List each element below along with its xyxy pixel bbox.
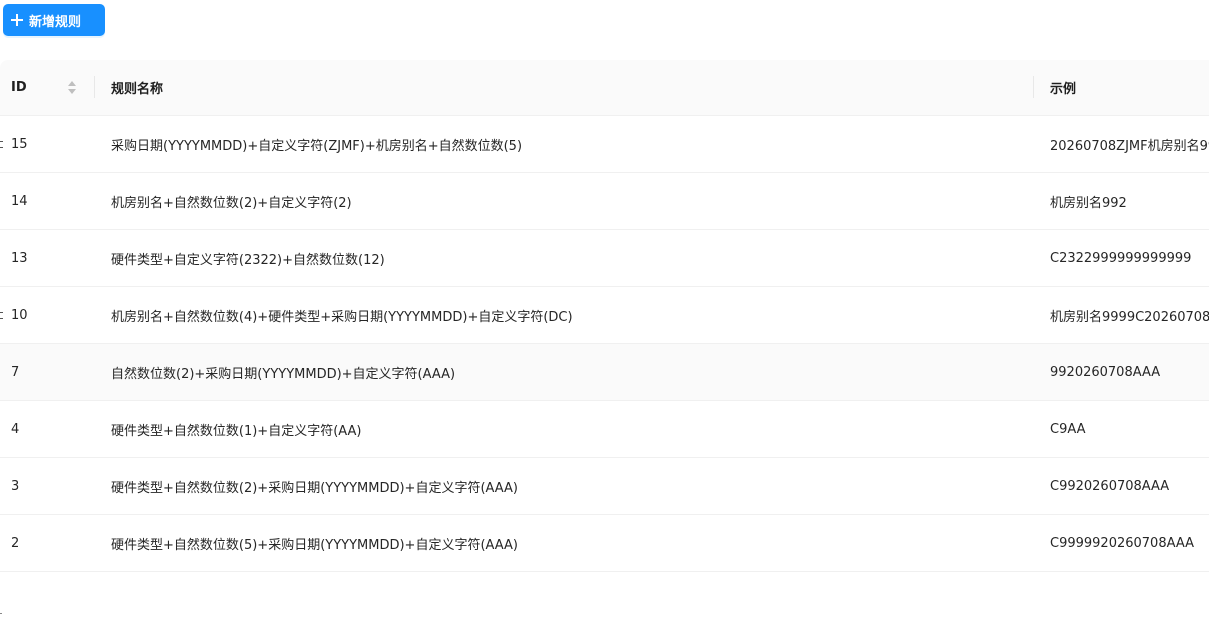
cell-example: C9999920260708AAA bbox=[1050, 535, 1195, 551]
cell-example: C9AA bbox=[1050, 421, 1086, 437]
column-divider bbox=[94, 76, 95, 98]
table-row[interactable]: 13 硬件类型+自定义字符(2322)+自然数位数(12) C232299999… bbox=[0, 230, 1209, 287]
cell-id: 13 bbox=[11, 250, 28, 266]
cell-id: 2 bbox=[11, 535, 20, 551]
table-row[interactable]: 4 硬件类型+自然数位数(1)+自定义字符(AA) C9AA bbox=[0, 401, 1209, 458]
cell-name: 自然数位数(2)+采购日期(YYYYMMDD)+自定义字符(AAA) bbox=[111, 366, 456, 382]
row-edge-marker bbox=[0, 141, 3, 148]
cell-example: 机房别名9999C20260708DC bbox=[1050, 309, 1209, 325]
cell-name: 机房别名+自然数位数(2)+自定义字符(2) bbox=[111, 195, 352, 211]
add-rule-label: 新增规则 bbox=[29, 14, 82, 30]
sort-icon[interactable] bbox=[67, 80, 77, 96]
cell-id: 10 bbox=[11, 307, 28, 323]
column-divider bbox=[1033, 76, 1034, 98]
cell-example: 机房别名992 bbox=[1050, 195, 1127, 211]
cell-example: 20260708ZJMF机房别名99999 bbox=[1050, 138, 1209, 154]
cell-name: 硬件类型+自然数位数(2)+采购日期(YYYYMMDD)+自定义字符(AAA) bbox=[111, 480, 518, 496]
cell-id: 4 bbox=[11, 421, 20, 437]
sort-descending-icon bbox=[68, 89, 76, 94]
edge-dot bbox=[0, 613, 2, 614]
cell-id: 3 bbox=[11, 478, 20, 494]
add-rule-button[interactable]: 新增规则 bbox=[3, 4, 105, 36]
plus-icon bbox=[11, 14, 23, 26]
cell-name: 硬件类型+自然数位数(1)+自定义字符(AA) bbox=[111, 423, 362, 439]
cell-example: C9920260708AAA bbox=[1050, 478, 1170, 494]
cell-name: 硬件类型+自然数位数(5)+采购日期(YYYYMMDD)+自定义字符(AAA) bbox=[111, 537, 518, 553]
cell-name: 机房别名+自然数位数(4)+硬件类型+采购日期(YYYYMMDD)+自定义字符(… bbox=[111, 309, 573, 325]
table-row[interactable]: 15 采购日期(YYYYMMDD)+自定义字符(ZJMF)+机房别名+自然数位数… bbox=[0, 116, 1209, 173]
cell-name: 采购日期(YYYYMMDD)+自定义字符(ZJMF)+机房别名+自然数位数(5) bbox=[111, 138, 523, 154]
column-header-name: 规则名称 bbox=[111, 82, 164, 97]
cell-example: C2322999999999999 bbox=[1050, 250, 1192, 266]
sort-ascending-icon bbox=[68, 81, 76, 86]
table-row[interactable]: 3 硬件类型+自然数位数(2)+采购日期(YYYYMMDD)+自定义字符(AAA… bbox=[0, 458, 1209, 515]
table-row[interactable]: 2 硬件类型+自然数位数(5)+采购日期(YYYYMMDD)+自定义字符(AAA… bbox=[0, 515, 1209, 572]
column-header-example: 示例 bbox=[1050, 82, 1077, 97]
column-header-id[interactable]: ID bbox=[11, 60, 27, 115]
cell-name: 硬件类型+自定义字符(2322)+自然数位数(12) bbox=[111, 252, 385, 268]
table-row[interactable]: 10 机房别名+自然数位数(4)+硬件类型+采购日期(YYYYMMDD)+自定义… bbox=[0, 287, 1209, 344]
rule-list-page: 新增规则 ID 规则名称 示例 15 采购日期(YYYYMMDD)+自定义字符(… bbox=[0, 0, 1209, 617]
rules-table: ID 规则名称 示例 15 采购日期(YYYYMMDD)+自定义字符(ZJMF)… bbox=[0, 60, 1209, 572]
cell-id: 14 bbox=[11, 193, 28, 209]
table-row[interactable]: 7 自然数位数(2)+采购日期(YYYYMMDD)+自定义字符(AAA) 992… bbox=[0, 344, 1209, 401]
cell-id: 7 bbox=[11, 364, 20, 380]
cell-example: 9920260708AAA bbox=[1050, 364, 1161, 380]
table-header: ID 规则名称 示例 bbox=[0, 60, 1209, 116]
row-edge-marker bbox=[0, 312, 3, 319]
cell-id: 15 bbox=[11, 136, 28, 152]
table-row[interactable]: 14 机房别名+自然数位数(2)+自定义字符(2) 机房别名992 bbox=[0, 173, 1209, 230]
